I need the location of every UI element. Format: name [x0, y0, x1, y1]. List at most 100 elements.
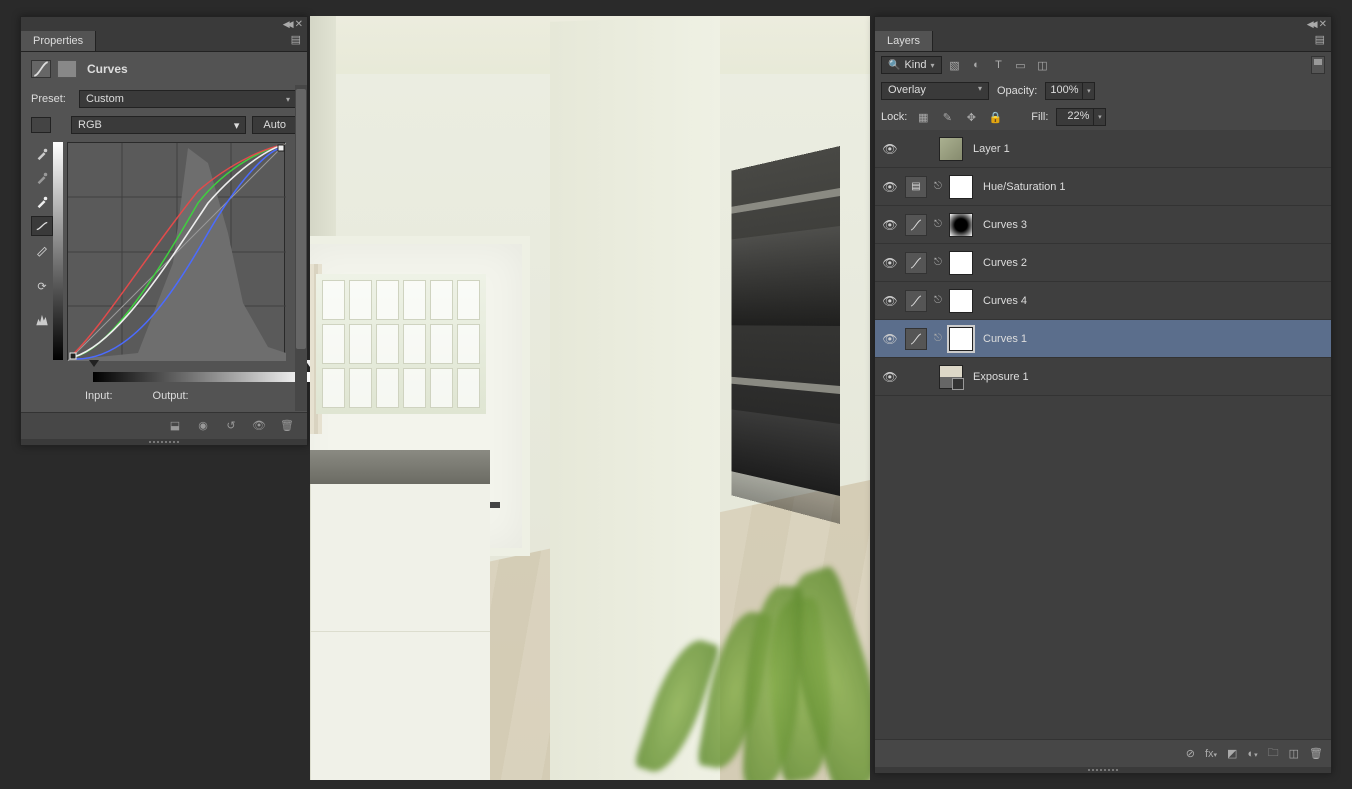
lock-all-icon[interactable]: 🔒	[987, 109, 1003, 125]
lock-position-icon[interactable]: ✥	[963, 109, 979, 125]
panel-menu-icon[interactable]: ▤	[1309, 31, 1331, 51]
link-icon[interactable]: ⎋	[933, 333, 943, 344]
visibility-icon[interactable]: 👁	[881, 142, 899, 156]
link-icon[interactable]: ⎋	[933, 257, 943, 268]
close-icon[interactable]: ✕	[1319, 19, 1327, 30]
layer-mask[interactable]	[949, 175, 973, 199]
layer-row[interactable]: 👁 ⎋ Curves 4	[875, 282, 1331, 320]
filter-pixel-icon[interactable]: ▧	[946, 57, 964, 73]
layer-thumb[interactable]	[939, 137, 963, 161]
blend-mode-select[interactable]: Overlay ▾	[881, 82, 989, 100]
black-point-handle[interactable]	[89, 360, 99, 367]
collapse-icon[interactable]: ◀◀	[283, 19, 291, 30]
visibility-icon[interactable]: 👁	[881, 294, 899, 308]
layer-mask[interactable]	[949, 327, 973, 351]
layer-thumb[interactable]	[939, 365, 963, 389]
properties-scrollbar[interactable]	[295, 85, 307, 411]
document-canvas[interactable]	[310, 16, 870, 780]
layer-mask[interactable]	[949, 213, 973, 237]
filter-kind-select[interactable]: 🔍 Kind ▾	[881, 56, 942, 74]
filter-toggle[interactable]	[1311, 56, 1325, 74]
lock-pixels-icon[interactable]: ✎	[939, 109, 955, 125]
preset-row: Preset: Custom ▾	[21, 86, 307, 112]
curves-adjust-icon[interactable]	[905, 328, 927, 350]
layer-name[interactable]: Curves 3	[983, 219, 1027, 231]
pencil-curve-icon[interactable]	[31, 240, 53, 260]
opacity-slider-toggle[interactable]: ▾	[1083, 82, 1095, 100]
eyedropper-black-icon[interactable]	[31, 144, 53, 164]
huesat-adjust-icon[interactable]: ▤	[905, 176, 927, 198]
layer-row[interactable]: 👁 ▤ ⎋ Hue/Saturation 1	[875, 168, 1331, 206]
visibility-icon[interactable]: 👁	[881, 332, 899, 346]
trash-icon[interactable]: 🗑	[277, 417, 297, 433]
toggle-visibility-icon[interactable]: 👁	[249, 417, 269, 433]
layer-name[interactable]: Layer 1	[973, 143, 1010, 155]
fill-input[interactable]: 22%	[1056, 108, 1094, 126]
tab-layers[interactable]: Layers	[875, 31, 933, 51]
layer-mask-icon[interactable]	[57, 60, 77, 78]
auto-button[interactable]: Auto	[252, 116, 297, 134]
visibility-icon[interactable]: 👁	[881, 256, 899, 270]
new-adjustment-icon[interactable]: ◐▾	[1247, 748, 1257, 760]
curves-adjust-icon[interactable]	[905, 214, 927, 236]
layer-list: 👁 Layer 1 👁 ▤ ⎋ Hue/Saturation 1 👁 ⎋ Cur…	[875, 130, 1331, 739]
layer-mask[interactable]	[949, 251, 973, 275]
layer-row[interactable]: 👁 ⎋ Curves 3	[875, 206, 1331, 244]
reset-icon[interactable]: ↺	[221, 417, 241, 433]
panel-menu-icon[interactable]: ▤	[285, 31, 307, 51]
fx-icon[interactable]: fx▾	[1205, 748, 1217, 760]
layer-row[interactable]: 👁 ⎋ Curves 2	[875, 244, 1331, 282]
layer-name[interactable]: Curves 2	[983, 257, 1027, 269]
tab-properties[interactable]: Properties	[21, 31, 96, 51]
layer-name[interactable]: Curves 1	[983, 333, 1027, 345]
opacity-input[interactable]: 100%	[1045, 82, 1083, 100]
visibility-icon[interactable]: 👁	[881, 370, 899, 384]
filter-type-icon[interactable]: T	[990, 57, 1008, 73]
layer-row-selected[interactable]: 👁 ⎋ Curves 1	[875, 320, 1331, 358]
add-mask-icon[interactable]: ◩	[1227, 747, 1237, 760]
view-previous-icon[interactable]: ◉	[193, 417, 213, 433]
filter-adjust-icon[interactable]: ◐	[968, 57, 986, 73]
trash-icon[interactable]: 🗑	[1309, 747, 1323, 760]
curves-adjust-icon[interactable]	[905, 252, 927, 274]
lock-transparent-icon[interactable]: ▦	[915, 109, 931, 125]
properties-panel: ◀◀ ✕ Properties ▤ Curves Preset: Custom …	[20, 16, 308, 446]
layer-mask[interactable]	[949, 289, 973, 313]
visibility-icon[interactable]: 👁	[881, 180, 899, 194]
curve-graph[interactable]	[67, 142, 285, 360]
curves-header: Curves	[21, 52, 307, 86]
close-icon[interactable]: ✕	[295, 19, 303, 30]
layer-name[interactable]: Hue/Saturation 1	[983, 181, 1066, 193]
new-group-icon[interactable]: 🗀	[1268, 744, 1279, 763]
layer-row[interactable]: 👁 Layer 1	[875, 130, 1331, 168]
eyedropper-gray-icon[interactable]	[31, 168, 53, 188]
curves-adjust-icon[interactable]	[905, 290, 927, 312]
blend-row: Overlay ▾ Opacity: 100% ▾	[875, 78, 1331, 104]
smooth-icon[interactable]: ⟳	[31, 272, 53, 300]
eyedropper-white-icon[interactable]	[31, 192, 53, 212]
point-curve-icon[interactable]	[31, 216, 53, 236]
caret-icon: ▾	[234, 119, 240, 132]
blackwhite-slider[interactable]	[93, 362, 311, 370]
opacity-label: Opacity:	[997, 85, 1037, 97]
link-icon[interactable]: ⎋	[933, 219, 943, 230]
histogram-toggle-icon[interactable]	[31, 310, 53, 330]
preset-select[interactable]: Custom ▾	[79, 90, 297, 108]
collapse-icon[interactable]: ◀◀	[1307, 19, 1315, 30]
link-icon[interactable]: ⎋	[933, 295, 943, 306]
layer-name[interactable]: Curves 4	[983, 295, 1027, 307]
layer-name[interactable]: Exposure 1	[973, 371, 1029, 383]
targeted-adjust-icon[interactable]	[31, 117, 51, 133]
clip-to-layer-icon[interactable]: ⬓	[165, 417, 185, 433]
layer-row[interactable]: 👁 Exposure 1	[875, 358, 1331, 396]
fill-slider-toggle[interactable]: ▾	[1094, 108, 1106, 126]
filter-smart-icon[interactable]: ◫	[1034, 57, 1052, 73]
filter-shape-icon[interactable]: ▭	[1012, 57, 1030, 73]
link-icon[interactable]: ⎋	[933, 181, 943, 192]
channel-select[interactable]: RGB ▾	[71, 116, 246, 134]
visibility-icon[interactable]: 👁	[881, 218, 899, 232]
io-readout: Input: Output:	[21, 384, 307, 412]
new-layer-icon[interactable]: ◫	[1289, 747, 1299, 760]
caret-icon: ▾	[978, 84, 982, 98]
link-layers-icon[interactable]: ⊘	[1186, 747, 1195, 760]
